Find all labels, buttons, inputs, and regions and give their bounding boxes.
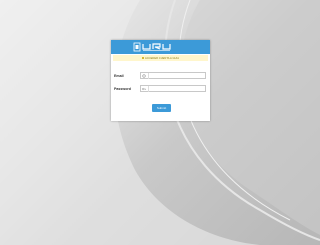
password-field[interactable] bbox=[140, 85, 206, 92]
email-row: Email bbox=[114, 72, 206, 79]
email-field[interactable] bbox=[140, 72, 206, 79]
uru-logo-icon bbox=[133, 42, 171, 52]
key-icon bbox=[141, 85, 149, 92]
background-swoosh bbox=[0, 0, 320, 245]
warning-icon bbox=[141, 57, 144, 59]
login-card: ACCEDER CUENTA A GUIA Email Password Sub… bbox=[111, 40, 210, 121]
notice-banner: ACCEDER CUENTA A GUIA bbox=[113, 55, 208, 61]
password-label: Password bbox=[114, 86, 131, 91]
email-input[interactable] bbox=[148, 73, 205, 78]
at-icon bbox=[141, 72, 149, 79]
notice-text: ACCEDER CUENTA A GUIA bbox=[144, 56, 179, 60]
password-input[interactable] bbox=[148, 86, 205, 91]
card-header bbox=[111, 40, 210, 54]
password-row: Password bbox=[114, 85, 206, 92]
submit-button[interactable]: Submit bbox=[152, 104, 171, 112]
email-label: Email bbox=[114, 73, 124, 78]
